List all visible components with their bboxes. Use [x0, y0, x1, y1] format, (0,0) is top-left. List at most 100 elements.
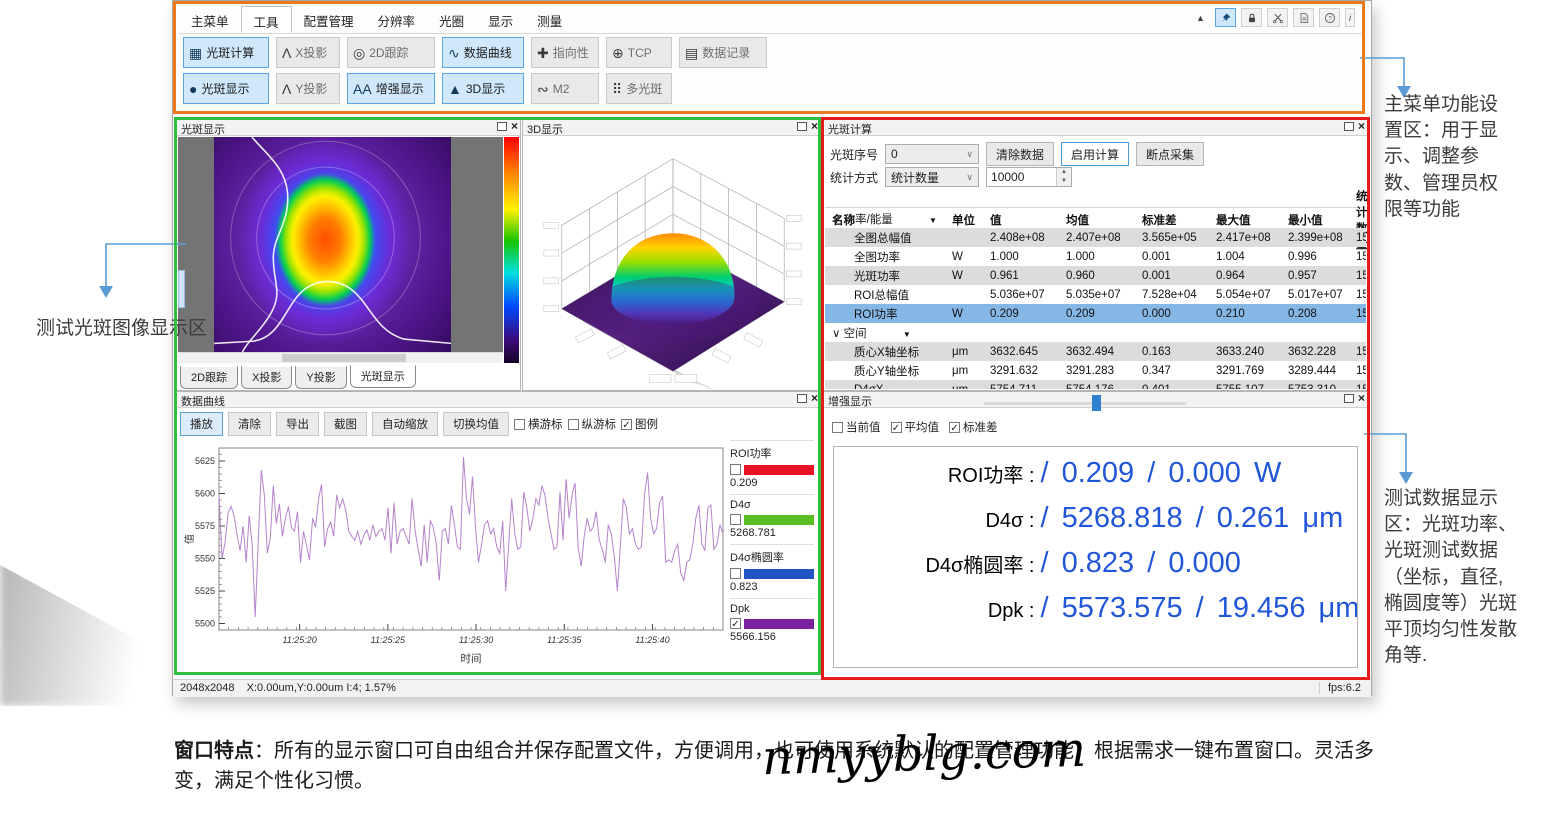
- horizontal-scrollbar[interactable]: [178, 352, 503, 363]
- table-row[interactable]: 全图总幅值2.408e+082.407e+083.565e+052.417e+0…: [825, 228, 1366, 247]
- cell: 151: [1356, 232, 1366, 244]
- pin-icon[interactable]: [1215, 8, 1236, 27]
- table-row[interactable]: D4σXμm5754.7115754.1760.4015755.1075753.…: [825, 380, 1366, 389]
- float-window-icon[interactable]: [1344, 394, 1354, 403]
- toolbar-button-光斑显示[interactable]: ●光斑显示: [183, 73, 269, 104]
- menu-item-测量[interactable]: 测量: [525, 6, 574, 33]
- legend-checkbox[interactable]: [730, 464, 741, 475]
- toolbar-button-数据记录[interactable]: ▤数据记录: [679, 37, 767, 68]
- close-icon[interactable]: ×: [1358, 393, 1365, 403]
- stepper-down-icon[interactable]: ▼: [1057, 177, 1071, 186]
- beam-spot-image[interactable]: [214, 137, 451, 352]
- legend-checkbox[interactable]: [730, 568, 741, 579]
- surface-plot-3d[interactable]: [524, 137, 819, 389]
- toolbar-button-2D跟踪[interactable]: ◎2D跟踪: [347, 37, 435, 68]
- table-row[interactable]: 全图功率W1.0001.0000.0011.0040.996151: [825, 247, 1366, 266]
- checkbox-box[interactable]: [832, 422, 843, 433]
- info-icon[interactable]: i: [1345, 8, 1355, 27]
- toolbar-button-指向性[interactable]: ✚指向性: [531, 37, 599, 68]
- curve-button-截图[interactable]: 截图: [324, 412, 367, 436]
- checkbox-纵游标[interactable]: 纵游标: [568, 416, 617, 432]
- menu-item-配置管理[interactable]: 配置管理: [292, 6, 366, 33]
- toolbar-button-X投影[interactable]: ΛX投影: [276, 37, 340, 68]
- menu-item-光圈[interactable]: 光圈: [427, 6, 476, 33]
- close-icon[interactable]: ×: [511, 121, 518, 131]
- table-row[interactable]: 质心X轴坐标μm3632.6453632.4940.1633633.240363…: [825, 342, 1366, 361]
- panel-3d-display: 3D显示 ×: [522, 119, 821, 391]
- y-profile-curve: [242, 137, 287, 352]
- stepper-arrows[interactable]: ▲ ▼: [1056, 168, 1071, 186]
- float-window-icon[interactable]: [497, 122, 507, 131]
- checkbox-box[interactable]: ✓: [621, 419, 632, 430]
- filter-marker-icon[interactable]: ▼: [901, 330, 911, 339]
- scrollbar-thumb[interactable]: [282, 354, 406, 362]
- toolbar-button-3D显示[interactable]: ▲3D显示: [442, 73, 524, 104]
- scissors-icon[interactable]: [1267, 8, 1288, 27]
- stat-mode-select[interactable]: 统计数量 ∨: [885, 167, 979, 187]
- panel-title-3d: 3D显示 ×: [523, 120, 820, 136]
- tab-Y投影[interactable]: Y投影: [295, 366, 346, 389]
- float-window-icon[interactable]: [797, 394, 807, 403]
- menu-item-工具[interactable]: 工具: [241, 6, 292, 33]
- curve-button-切换均值[interactable]: 切换均值: [443, 412, 509, 436]
- curve-button-清除[interactable]: 清除: [228, 412, 271, 436]
- checkbox-box[interactable]: ✓: [949, 422, 960, 433]
- toolbar-button-增强显示[interactable]: AA增强显示: [347, 73, 435, 104]
- checkbox-box[interactable]: [568, 419, 579, 430]
- beam-overlay-curves: [214, 137, 451, 352]
- toolbar-button-数据曲线[interactable]: ∿数据曲线: [442, 37, 524, 68]
- toolbar-button-光斑计算[interactable]: ▦光斑计算: [183, 37, 269, 68]
- checkbox-box[interactable]: ✓: [891, 422, 902, 433]
- menu-item-显示[interactable]: 显示: [476, 6, 525, 33]
- enable-calc-button[interactable]: 启用计算: [1061, 142, 1129, 166]
- checkbox-box[interactable]: [514, 419, 525, 430]
- filter-marker-icon[interactable]: ▼: [927, 216, 937, 225]
- beam-image-area[interactable]: [178, 137, 503, 352]
- font-size-slider[interactable]: [984, 402, 1186, 405]
- cell-name: 全图总幅值: [832, 230, 952, 246]
- clear-data-button[interactable]: 清除数据: [986, 142, 1054, 166]
- table-row[interactable]: ROI功率W0.2090.2090.0000.2100.208151: [825, 304, 1366, 323]
- table-group-row[interactable]: ∨ 空间 ▼: [825, 323, 1366, 342]
- help-icon[interactable]: ?: [1319, 8, 1340, 27]
- table-row[interactable]: 光斑功率W0.9610.9600.0010.9640.957151: [825, 266, 1366, 285]
- checkbox-当前值[interactable]: 当前值: [832, 419, 881, 435]
- table-group-row[interactable]: ∨ 功率/能量 ▼: [825, 209, 1366, 228]
- toolbar-button-M2[interactable]: ∾M2: [531, 73, 599, 104]
- watermark: nmyyblg.com: [761, 722, 1086, 786]
- tab-2D跟踪[interactable]: 2D跟踪: [180, 366, 238, 389]
- stat-count-stepper[interactable]: 10000 ▲ ▼: [986, 167, 1072, 187]
- curve-button-导出[interactable]: 导出: [276, 412, 319, 436]
- menu-item-主菜单[interactable]: 主菜单: [179, 6, 241, 33]
- float-window-icon[interactable]: [797, 122, 807, 131]
- close-icon[interactable]: ×: [811, 393, 818, 403]
- menu-item-分辨率[interactable]: 分辨率: [366, 6, 428, 33]
- table-row[interactable]: ROI总幅值5.036e+075.035e+077.528e+045.054e+…: [825, 285, 1366, 304]
- close-icon[interactable]: ×: [1358, 121, 1365, 131]
- tab-X投影[interactable]: X投影: [241, 366, 292, 389]
- legend-checkbox[interactable]: ✓: [730, 618, 741, 629]
- spot-seq-select[interactable]: 0 ∨: [885, 144, 979, 164]
- curve-button-播放[interactable]: 播放: [180, 412, 223, 436]
- checkbox-平均值[interactable]: ✓平均值: [891, 419, 940, 435]
- close-icon[interactable]: ×: [811, 121, 818, 131]
- stepper-up-icon[interactable]: ▲: [1057, 168, 1071, 177]
- document-icon[interactable]: [1293, 8, 1314, 27]
- tab-光斑显示[interactable]: 光斑显示: [350, 365, 416, 388]
- intensity-colorbar: [504, 137, 519, 363]
- toolbar-button-多光斑[interactable]: ⠿多光斑: [606, 73, 672, 104]
- toolbar-button-Y投影[interactable]: ΛY投影: [276, 73, 340, 104]
- checkbox-横游标[interactable]: 横游标: [514, 416, 563, 432]
- line-chart[interactable]: 55005525555055755600562511:25:2011:25:25…: [181, 440, 733, 668]
- legend-checkbox[interactable]: [730, 514, 741, 525]
- breakpoint-capture-button[interactable]: 断点采集: [1136, 142, 1204, 166]
- slider-handle[interactable]: [1092, 395, 1101, 411]
- checkbox-图例[interactable]: ✓图例: [621, 416, 658, 432]
- collapse-ribbon-icon[interactable]: ▲: [1191, 9, 1210, 26]
- checkbox-标准差[interactable]: ✓标准差: [949, 419, 998, 435]
- table-row[interactable]: 质心Y轴坐标μm3291.6323291.2830.3473291.769328…: [825, 361, 1366, 380]
- lock-icon[interactable]: [1241, 8, 1262, 27]
- toolbar-button-TCP[interactable]: ⊕TCP: [606, 37, 672, 68]
- curve-button-自动缩放[interactable]: 自动缩放: [372, 412, 438, 436]
- float-window-icon[interactable]: [1344, 122, 1354, 131]
